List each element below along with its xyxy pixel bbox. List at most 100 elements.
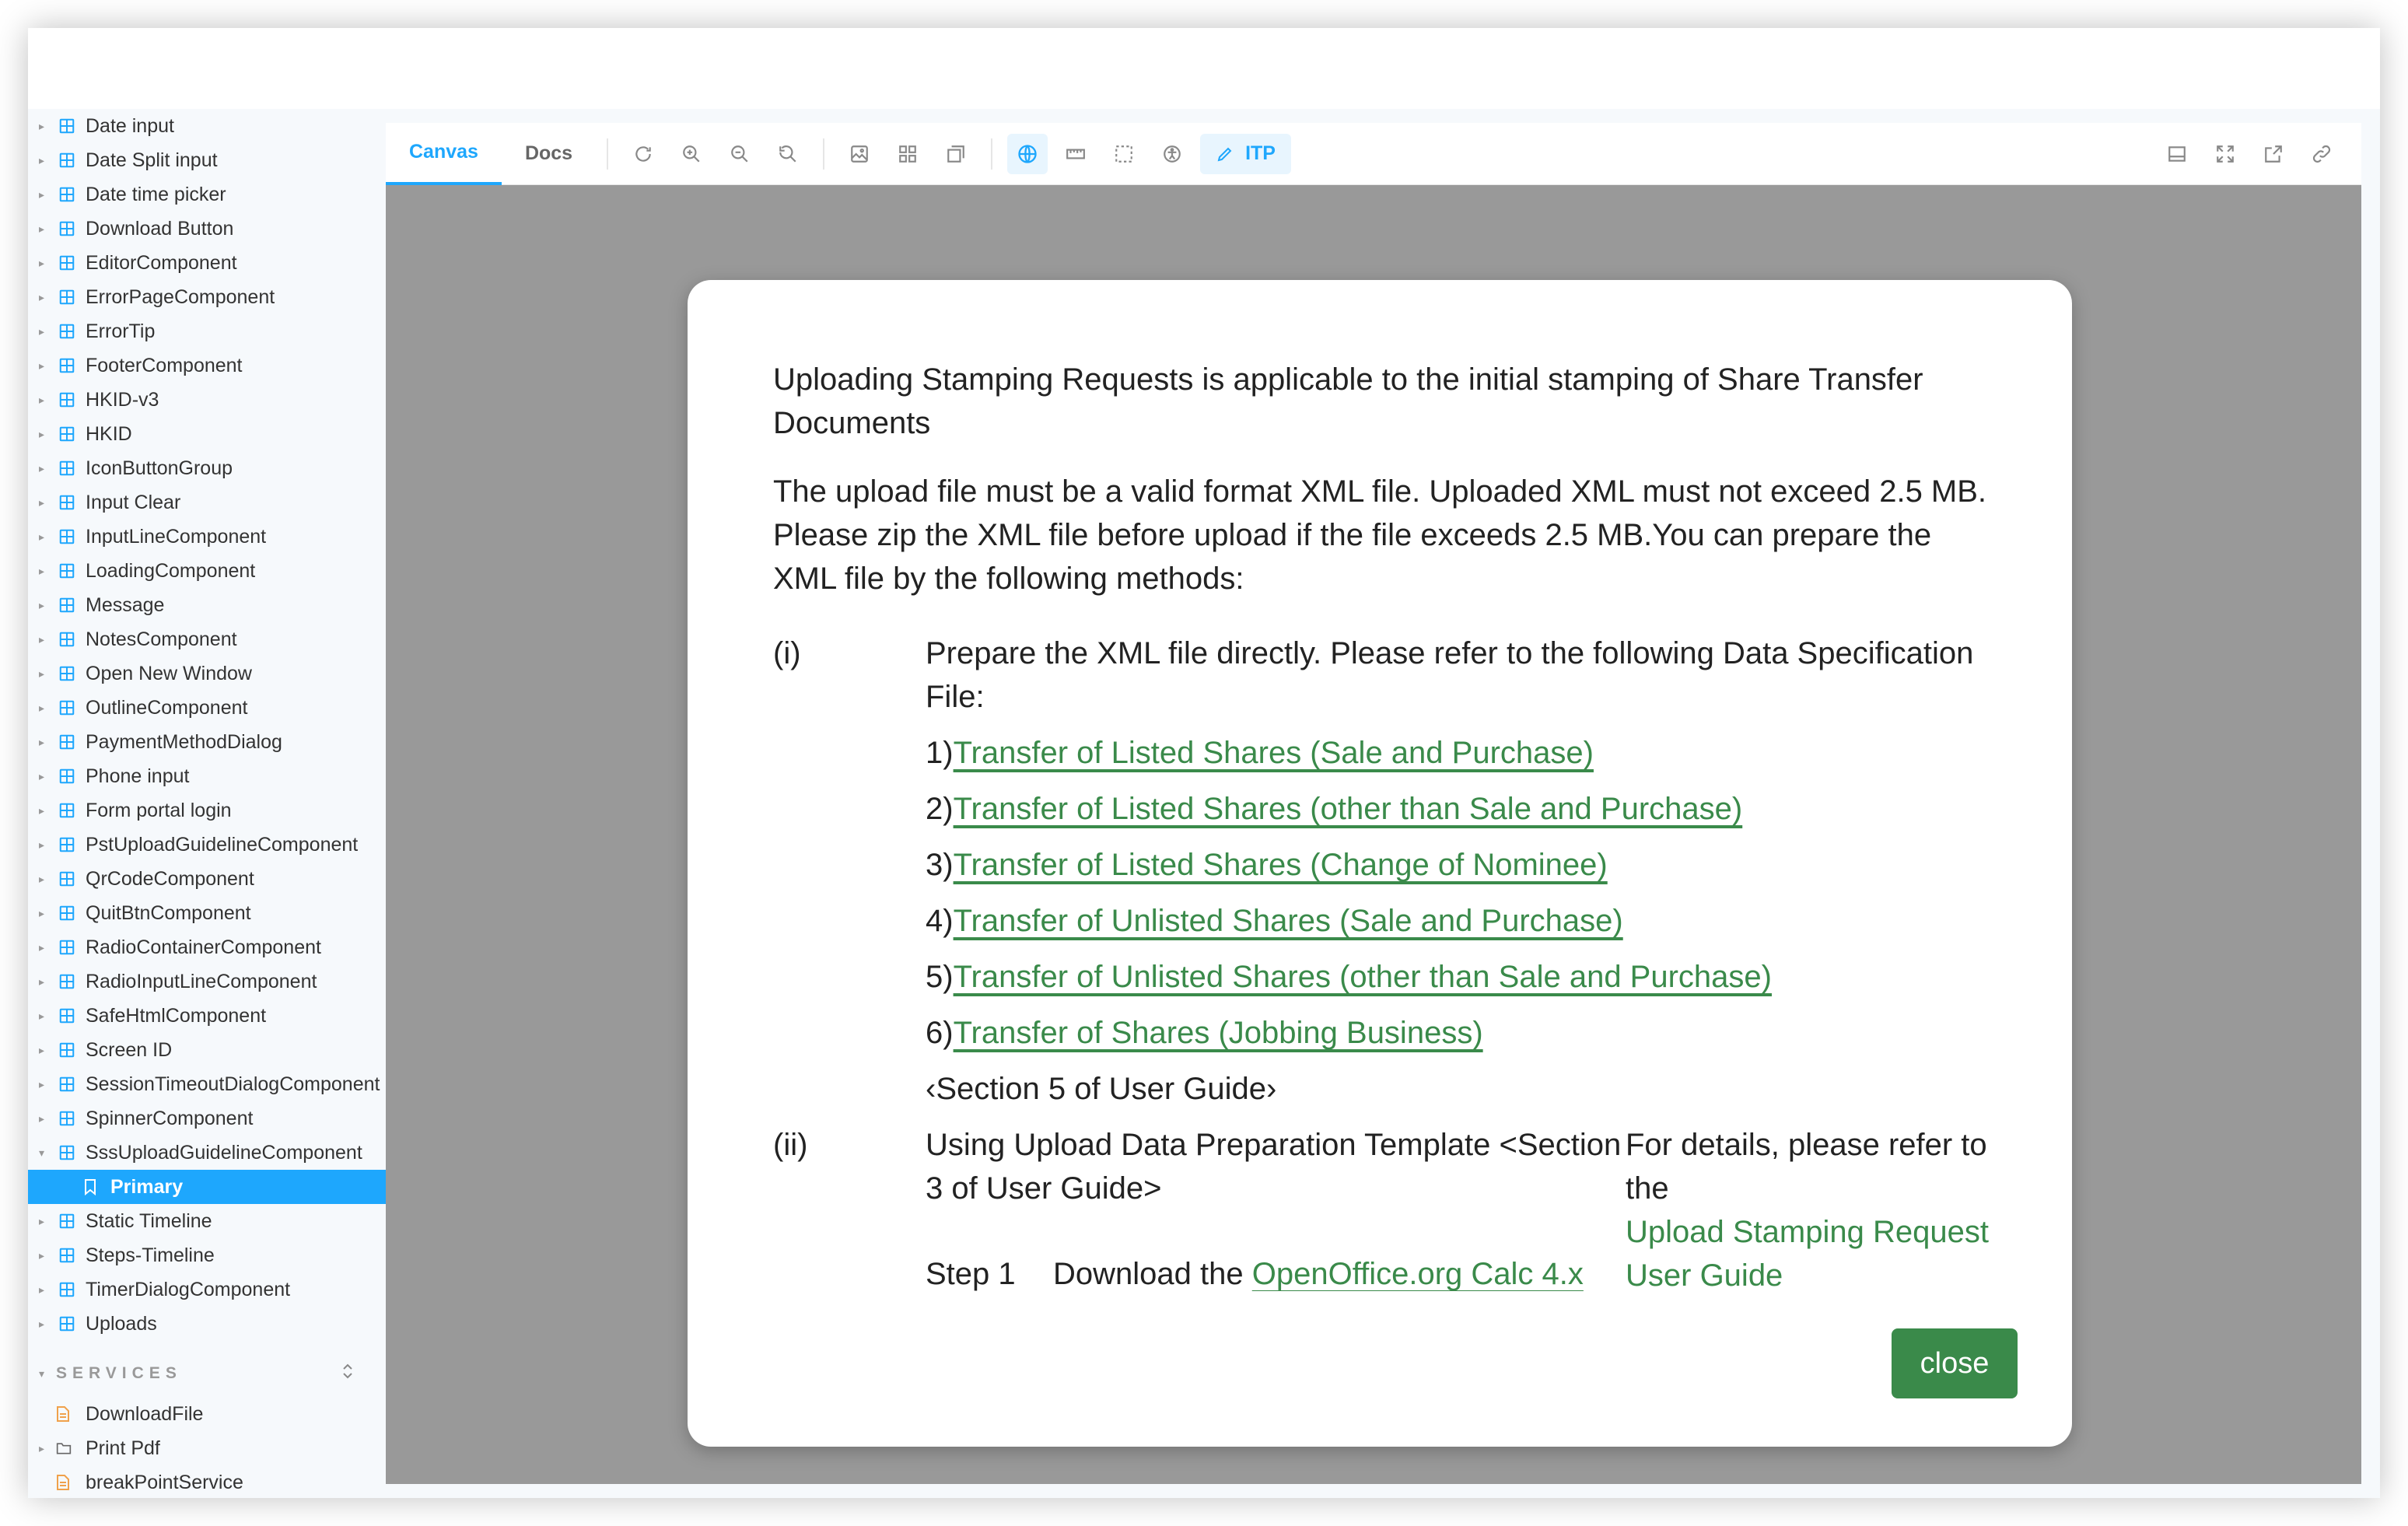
sidebar-item-component[interactable]: ▸ Phone input xyxy=(28,759,386,793)
sidebar-item-component[interactable]: ▸ Screen ID xyxy=(28,1033,386,1067)
sidebar-item-component[interactable]: ▸ Message xyxy=(28,588,386,622)
chevron-right-icon: ▸ xyxy=(39,427,45,440)
sidebar-item-component[interactable]: ▸ PstUploadGuidelineComponent xyxy=(28,828,386,862)
sidebar-story-primary[interactable]: Primary xyxy=(28,1170,386,1204)
copy-link-icon[interactable] xyxy=(2301,134,2342,174)
tab-canvas[interactable]: Canvas xyxy=(386,123,502,185)
spec-link-prefix: 5) xyxy=(926,960,954,994)
sidebar-item-component[interactable]: ▸ QuitBtnComponent xyxy=(28,896,386,930)
chevron-right-icon: ▸ xyxy=(39,632,45,646)
expand-collapse-icon[interactable] xyxy=(341,1362,355,1385)
spec-link-1[interactable]: Transfer of Listed Shares (Sale and Purc… xyxy=(954,736,1594,770)
sidebar-item-component[interactable]: ▸ Date time picker xyxy=(28,177,386,212)
sidebar-item-component[interactable]: ▸ SpinnerComponent xyxy=(28,1101,386,1136)
sidebar-item-component[interactable]: ▸ Uploads xyxy=(28,1307,386,1341)
grid-icon[interactable] xyxy=(887,134,928,174)
spec-link-3[interactable]: Transfer of Listed Shares (Change of Nom… xyxy=(954,848,1608,882)
sidebar-item-component[interactable]: ▸ Download Button xyxy=(28,212,386,246)
panel-icon[interactable] xyxy=(2157,134,2197,174)
sidebar-section-services[interactable]: ▾ SERVICES xyxy=(28,1350,386,1397)
component-icon xyxy=(56,423,78,445)
chevron-right-icon: ▸ xyxy=(39,222,45,235)
zoom-reset-icon[interactable] xyxy=(768,134,808,174)
sidebar-item-component[interactable]: ▸ RadioInputLineComponent xyxy=(28,964,386,999)
sidebar-item-label: Date input xyxy=(86,114,174,137)
close-button[interactable]: close xyxy=(1892,1328,2018,1398)
sidebar-item-label: HKID xyxy=(86,422,132,445)
sidebar-item-component[interactable]: ▸ ErrorPageComponent xyxy=(28,280,386,314)
toolbar-divider xyxy=(823,138,825,170)
fullscreen-icon[interactable] xyxy=(2205,134,2245,174)
spec-link-prefix: 2) xyxy=(926,792,954,826)
sidebar-item-component[interactable]: ▾ SssUploadGuidelineComponent xyxy=(28,1136,386,1170)
sidebar-item-component[interactable]: ▸ EditorComponent xyxy=(28,246,386,280)
toolbar-right xyxy=(2153,134,2346,174)
user-guide-link[interactable]: Upload Stamping Request User Guide xyxy=(1626,1210,2002,1291)
sidebar-item-component[interactable]: ▸ Open New Window xyxy=(28,656,386,691)
locale-icon[interactable] xyxy=(1007,133,1048,174)
dialog-content[interactable]: Uploading Stamping Requests is applicabl… xyxy=(773,358,2002,1291)
sidebar-item-component[interactable]: ▸ ErrorTip xyxy=(28,314,386,348)
sidebar-item-component[interactable]: ▸ InputLineComponent xyxy=(28,520,386,554)
sidebar-item-component[interactable]: ▸ NotesComponent xyxy=(28,622,386,656)
sidebar-item-label: RadioInputLineComponent xyxy=(86,970,317,992)
tab-docs[interactable]: Docs xyxy=(502,123,596,185)
sidebar-item-component[interactable]: ▸ Steps-Timeline xyxy=(28,1238,386,1272)
chevron-right-icon: ▸ xyxy=(39,906,45,919)
sidebar-item-component[interactable]: ▸ OutlineComponent xyxy=(28,691,386,725)
preview-area: Canvas Docs ITP Uploading Stamping Reque… xyxy=(386,123,2361,1484)
sidebar-item-component[interactable]: ▸ TimerDialogComponent xyxy=(28,1272,386,1307)
sidebar-item-component[interactable]: ▸ RadioContainerComponent xyxy=(28,930,386,964)
spec-link-4[interactable]: Transfer of Unlisted Shares (Sale and Pu… xyxy=(954,904,1623,938)
sidebar-item-component[interactable]: ▸ Date Split input xyxy=(28,143,386,177)
component-icon xyxy=(56,560,78,582)
zoom-in-icon[interactable] xyxy=(671,134,712,174)
sidebar-item-label: Uploads xyxy=(86,1312,157,1335)
sidebar-item-component[interactable]: ▸ Static Timeline xyxy=(28,1204,386,1238)
chevron-right-icon: ▸ xyxy=(39,290,45,303)
dialog-paragraph: The upload file must be a valid format X… xyxy=(773,474,1987,596)
method-two: (ii) Using Upload Data Preparation Templ… xyxy=(773,1123,2002,1291)
sidebar-item-label: IconButtonGroup xyxy=(86,457,233,479)
spec-link-item: 2)Transfer of Listed Shares (other than … xyxy=(926,787,2002,831)
spec-link-6[interactable]: Transfer of Shares (Jobbing Business) xyxy=(954,1016,1483,1050)
spec-link-2[interactable]: Transfer of Listed Shares (other than Sa… xyxy=(954,792,1743,826)
itp-button[interactable]: ITP xyxy=(1200,133,1291,174)
spec-link-5[interactable]: Transfer of Unlisted Shares (other than … xyxy=(954,960,1772,994)
accessibility-icon[interactable] xyxy=(1152,134,1192,174)
sidebar-item-component[interactable]: ▸ SafeHtmlComponent xyxy=(28,999,386,1033)
sidebar-item-label: Phone input xyxy=(86,765,190,787)
chevron-right-icon: ▸ xyxy=(39,975,45,988)
section-title: SERVICES xyxy=(56,1364,182,1382)
method-two-number: (ii) xyxy=(773,1128,808,1162)
zoom-out-icon[interactable] xyxy=(719,134,760,174)
sidebar-item-service[interactable]: breakPointService xyxy=(28,1465,386,1498)
sidebar-item-component[interactable]: ▸ Input Clear xyxy=(28,485,386,520)
step-label: Step 1 xyxy=(926,1257,1016,1291)
viewport-icon[interactable] xyxy=(1104,134,1144,174)
sidebar-item-service[interactable]: ▸ Print Pdf xyxy=(28,1431,386,1465)
sidebar-item-component[interactable]: ▸ Date input xyxy=(28,109,386,143)
sidebar-item-component[interactable]: ▸ SessionTimeoutDialogComponent xyxy=(28,1067,386,1101)
outline-icon[interactable] xyxy=(936,134,976,174)
sidebar-item-component[interactable]: ▸ QrCodeComponent xyxy=(28,862,386,896)
sidebar-item-component[interactable]: ▸ Form portal login xyxy=(28,793,386,828)
background-icon[interactable] xyxy=(839,134,880,174)
component-icon xyxy=(56,1210,78,1232)
sidebar-item-component[interactable]: ▸ HKID xyxy=(28,417,386,451)
sidebar-item-service[interactable]: DownloadFile xyxy=(28,1397,386,1431)
sidebar-item-component[interactable]: ▸ FooterComponent xyxy=(28,348,386,383)
sidebar-item-component[interactable]: ▸ LoadingComponent xyxy=(28,554,386,588)
chevron-right-icon: ▸ xyxy=(39,838,45,851)
component-icon xyxy=(56,731,78,753)
openoffice-link[interactable]: OpenOffice.org Calc 4.x xyxy=(1252,1257,1584,1291)
sidebar-item-label: Static Timeline xyxy=(86,1209,212,1232)
open-new-tab-icon[interactable] xyxy=(2253,134,2294,174)
chevron-right-icon: ▸ xyxy=(39,598,45,611)
measure-icon[interactable] xyxy=(1055,134,1096,174)
reload-icon[interactable] xyxy=(623,134,663,174)
sidebar-item-label: InputLineComponent xyxy=(86,525,267,548)
sidebar-item-component[interactable]: ▸ PaymentMethodDialog xyxy=(28,725,386,759)
sidebar-item-component[interactable]: ▸ IconButtonGroup xyxy=(28,451,386,485)
sidebar-item-component[interactable]: ▸ HKID-v3 xyxy=(28,383,386,417)
